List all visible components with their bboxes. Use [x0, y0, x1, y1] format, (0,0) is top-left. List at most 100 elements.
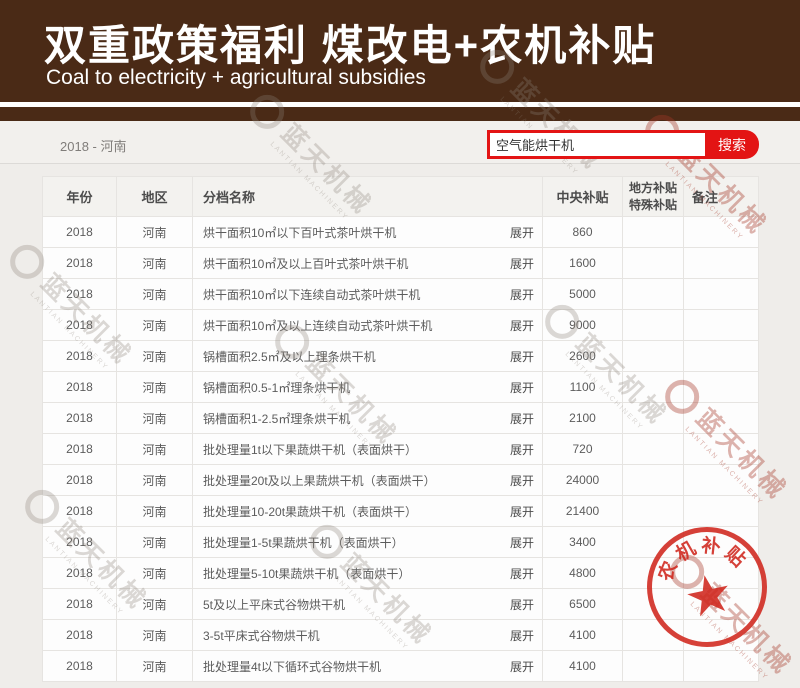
table-header-row: 年份 地区 分档名称 中央补贴 地方补贴 特殊补贴 备注	[43, 177, 759, 217]
col-local-line2: 特殊补贴	[624, 197, 682, 213]
cell-local-subsidy	[623, 310, 684, 341]
cell-year: 2018	[43, 496, 117, 527]
product-name: 烘干面积10㎡以下连续自动式茶叶烘干机	[203, 286, 420, 303]
cell-name: 3-5t平床式谷物烘干机 展开	[193, 620, 543, 651]
table-row: 2018河南批处理量1-5t果蔬烘干机（表面烘干）展开3400	[43, 527, 759, 558]
expand-link[interactable]: 展开	[510, 286, 534, 303]
search-box: 搜索	[487, 130, 759, 159]
page-subtitle: Coal to electricity + agricultural subsi…	[46, 66, 426, 90]
cell-central-subsidy: 1100	[543, 372, 623, 403]
cell-name: 批处理量1t以下果蔬烘干机（表面烘干） 展开	[193, 434, 543, 465]
cell-remark	[684, 527, 759, 558]
expand-link[interactable]: 展开	[510, 534, 534, 551]
cell-local-subsidy	[623, 558, 684, 589]
cell-year: 2018	[43, 217, 117, 248]
cell-region: 河南	[117, 527, 193, 558]
product-name: 3-5t平床式谷物烘干机	[203, 627, 320, 644]
product-name: 锅槽面积0.5-1㎡理条烘干机	[203, 379, 350, 396]
expand-link[interactable]: 展开	[510, 596, 534, 613]
expand-link[interactable]: 展开	[510, 565, 534, 582]
cell-remark	[684, 434, 759, 465]
product-name: 批处理量4t以下循环式谷物烘干机	[203, 658, 381, 675]
cell-name: 批处理量20t及以上果蔬烘干机（表面烘干）展开	[193, 465, 543, 496]
cell-name: 烘干面积10㎡以下百叶式茶叶烘干机 展开	[193, 217, 543, 248]
page-title: 双重政策福利 煤改电+农机补贴	[44, 12, 656, 73]
cell-local-subsidy	[623, 651, 684, 682]
cell-name: 锅槽面积1-2.5㎡理条烘干机展开	[193, 403, 543, 434]
col-region: 地区	[117, 177, 193, 217]
expand-link[interactable]: 展开	[510, 317, 534, 334]
cell-local-subsidy	[623, 620, 684, 651]
table-row: 2018河南锅槽面积1-2.5㎡理条烘干机展开2100	[43, 403, 759, 434]
cell-year: 2018	[43, 310, 117, 341]
cell-remark	[684, 279, 759, 310]
expand-link[interactable]: 展开	[510, 472, 534, 489]
cell-local-subsidy	[623, 589, 684, 620]
expand-link[interactable]: 展开	[510, 348, 534, 365]
cell-name: 锅槽面积2.5㎡及以上理条烘干机 展开	[193, 341, 543, 372]
cell-name: 锅槽面积0.5-1㎡理条烘干机 展开	[193, 372, 543, 403]
col-central-subsidy: 中央补贴	[543, 177, 623, 217]
search-input[interactable]	[490, 133, 705, 156]
table-row: 2018河南批处理量10-20t果蔬烘干机（表面烘干）展开21400	[43, 496, 759, 527]
subsidy-table: 年份 地区 分档名称 中央补贴 地方补贴 特殊补贴 备注 2018河南烘干面积1…	[42, 176, 758, 682]
cell-local-subsidy	[623, 217, 684, 248]
expand-link[interactable]: 展开	[510, 255, 534, 272]
cell-region: 河南	[117, 434, 193, 465]
cell-region: 河南	[117, 248, 193, 279]
expand-link[interactable]: 展开	[510, 627, 534, 644]
product-name: 批处理量1t以下果蔬烘干机（表面烘干）	[203, 441, 417, 458]
cell-name: 批处理量1-5t果蔬烘干机（表面烘干）展开	[193, 527, 543, 558]
cell-name: 批处理量10-20t果蔬烘干机（表面烘干） 展开	[193, 496, 543, 527]
cell-central-subsidy: 2100	[543, 403, 623, 434]
cell-remark	[684, 341, 759, 372]
product-name: 锅槽面积2.5㎡及以上理条烘干机	[203, 348, 376, 365]
search-button[interactable]: 搜索	[705, 130, 759, 159]
cell-local-subsidy	[623, 248, 684, 279]
expand-link[interactable]: 展开	[510, 410, 534, 427]
cell-year: 2018	[43, 279, 117, 310]
cell-remark	[684, 403, 759, 434]
col-year: 年份	[43, 177, 117, 217]
cell-central-subsidy: 720	[543, 434, 623, 465]
cell-region: 河南	[117, 310, 193, 341]
header-banner: 双重政策福利 煤改电+农机补贴 Coal to electricity + ag…	[0, 0, 800, 102]
cell-remark	[684, 589, 759, 620]
table-row: 2018河南3-5t平床式谷物烘干机展开4100	[43, 620, 759, 651]
expand-link[interactable]: 展开	[510, 441, 534, 458]
cell-central-subsidy: 1600	[543, 248, 623, 279]
expand-link[interactable]: 展开	[510, 503, 534, 520]
expand-link[interactable]: 展开	[510, 658, 534, 675]
expand-link[interactable]: 展开	[510, 379, 534, 396]
cell-name: 5t及以上平床式谷物烘干机展开	[193, 589, 543, 620]
cell-remark	[684, 496, 759, 527]
cell-central-subsidy: 24000	[543, 465, 623, 496]
cell-remark	[684, 620, 759, 651]
cell-year: 2018	[43, 403, 117, 434]
table-row: 2018河南批处理量20t及以上果蔬烘干机（表面烘干）展开24000	[43, 465, 759, 496]
product-name: 烘干面积10㎡及以上连续自动式茶叶烘干机	[203, 317, 432, 334]
table-row: 2018河南烘干面积10㎡及以上连续自动式茶叶烘干机展开9000	[43, 310, 759, 341]
cell-remark	[684, 310, 759, 341]
cell-central-subsidy: 4800	[543, 558, 623, 589]
expand-link[interactable]: 展开	[510, 224, 534, 241]
cell-remark	[684, 217, 759, 248]
cell-local-subsidy	[623, 527, 684, 558]
col-local-subsidy: 地方补贴 特殊补贴	[623, 177, 684, 217]
cell-name: 烘干面积10㎡以下连续自动式茶叶烘干机 展开	[193, 279, 543, 310]
cell-year: 2018	[43, 651, 117, 682]
cell-local-subsidy	[623, 465, 684, 496]
table-body: 2018河南烘干面积10㎡以下百叶式茶叶烘干机展开8602018河南烘干面积10…	[43, 217, 759, 682]
cell-remark	[684, 465, 759, 496]
cell-remark	[684, 651, 759, 682]
cell-central-subsidy: 4100	[543, 620, 623, 651]
cell-central-subsidy: 5000	[543, 279, 623, 310]
table-row: 2018河南烘干面积10㎡及以上百叶式茶叶烘干机展开1600	[43, 248, 759, 279]
table-row: 2018河南批处理量5-10t果蔬烘干机（表面烘干）展开4800	[43, 558, 759, 589]
cell-region: 河南	[117, 217, 193, 248]
product-name: 批处理量10-20t果蔬烘干机（表面烘干）	[203, 503, 417, 520]
product-name: 烘干面积10㎡以下百叶式茶叶烘干机	[203, 224, 396, 241]
cell-central-subsidy: 4100	[543, 651, 623, 682]
cell-remark	[684, 248, 759, 279]
cell-year: 2018	[43, 341, 117, 372]
